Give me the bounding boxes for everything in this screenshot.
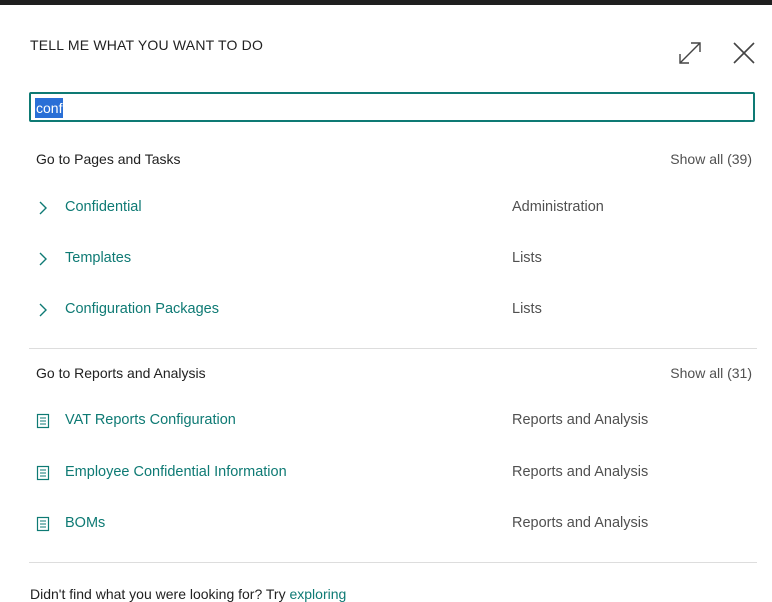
list-item[interactable]: Configuration Packages Lists <box>30 295 756 325</box>
report-icon <box>36 465 50 481</box>
list-item[interactable]: Employee Confidential Information Report… <box>30 458 756 488</box>
list-item[interactable]: Templates Lists <box>30 244 756 274</box>
chevron-right-icon <box>39 303 47 317</box>
exploring-link[interactable]: exploring <box>289 586 346 602</box>
close-button[interactable] <box>730 39 758 67</box>
chevron-right-icon <box>39 201 47 215</box>
list-item-category: Lists <box>512 301 542 317</box>
list-item-label[interactable]: BOMs <box>65 515 105 531</box>
list-item-category: Reports and Analysis <box>512 464 649 480</box>
pages-group-title: Go to Pages and Tasks <box>36 151 181 167</box>
expand-icon <box>679 42 701 64</box>
list-item-category: Lists <box>512 250 542 266</box>
list-item-label[interactable]: Templates <box>65 250 131 266</box>
tell-me-dialog: TELL ME WHAT YOU WANT TO DO conf Go to P… <box>0 5 772 602</box>
list-item-category: Reports and Analysis <box>512 515 649 531</box>
close-icon <box>733 42 755 64</box>
search-input[interactable] <box>29 92 755 122</box>
reports-show-all-link[interactable]: Show all (31) <box>670 365 752 381</box>
list-item[interactable]: Confidential Administration <box>30 193 756 223</box>
list-item-label[interactable]: Employee Confidential Information <box>65 464 287 480</box>
list-item-category: Reports and Analysis <box>512 412 649 428</box>
list-item-category: Administration <box>512 199 604 215</box>
chevron-right-icon <box>39 252 47 266</box>
dialog-title: TELL ME WHAT YOU WANT TO DO <box>30 37 264 53</box>
expand-button[interactable] <box>676 39 704 67</box>
footer-divider <box>29 562 757 563</box>
search-value-selection: conf <box>35 98 64 118</box>
group-divider <box>29 348 757 349</box>
list-item-label[interactable]: Confidential <box>65 199 142 215</box>
reports-group-title: Go to Reports and Analysis <box>36 365 206 381</box>
pages-show-all-link[interactable]: Show all (39) <box>670 151 752 167</box>
footer-prompt: Didn't find what you were looking for? T… <box>30 586 290 602</box>
footer-text: Didn't find what you were looking for? T… <box>30 586 346 602</box>
report-icon <box>36 516 50 532</box>
list-item-label[interactable]: Configuration Packages <box>65 301 219 317</box>
list-item[interactable]: BOMs Reports and Analysis <box>30 509 756 539</box>
list-item[interactable]: VAT Reports Configuration Reports and An… <box>30 406 756 436</box>
report-icon <box>36 413 50 429</box>
list-item-label[interactable]: VAT Reports Configuration <box>65 412 236 428</box>
